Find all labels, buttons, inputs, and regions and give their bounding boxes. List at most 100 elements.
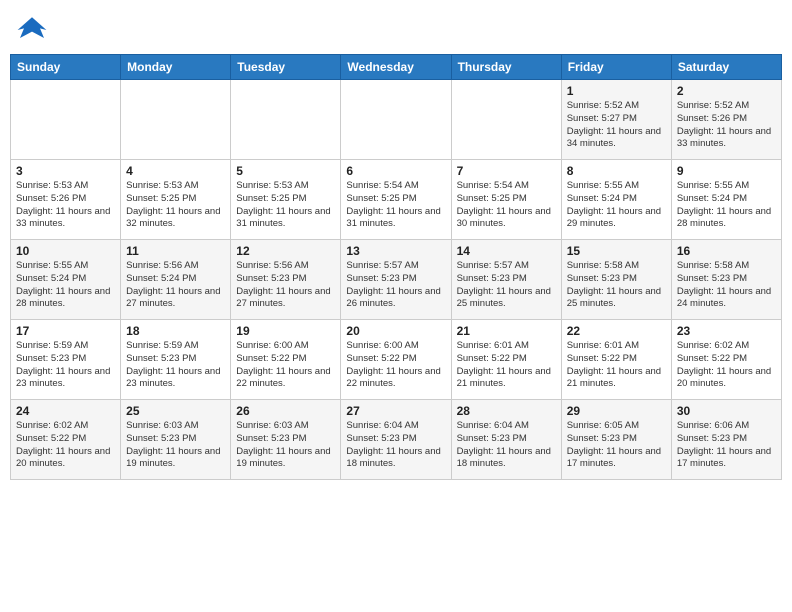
day-number: 11	[126, 244, 225, 258]
calendar-week-row: 17 Sunrise: 5:59 AM Sunset: 5:23 PM Dayli…	[11, 320, 782, 400]
calendar-cell: 1 Sunrise: 5:52 AM Sunset: 5:27 PM Daylig…	[561, 80, 671, 160]
calendar-cell	[231, 80, 341, 160]
day-number: 9	[677, 164, 776, 178]
day-info: Sunrise: 6:01 AM Sunset: 5:22 PM Dayligh…	[567, 340, 666, 391]
day-of-week-monday: Monday	[121, 55, 231, 80]
calendar-week-row: 24 Sunrise: 6:02 AM Sunset: 5:22 PM Dayli…	[11, 400, 782, 480]
logo-bird-icon	[16, 14, 48, 46]
day-number: 1	[567, 84, 666, 98]
day-info: Sunrise: 5:56 AM Sunset: 5:24 PM Dayligh…	[126, 260, 225, 311]
day-info: Sunrise: 5:55 AM Sunset: 5:24 PM Dayligh…	[16, 260, 115, 311]
day-info: Sunrise: 5:57 AM Sunset: 5:23 PM Dayligh…	[457, 260, 556, 311]
calendar-cell	[121, 80, 231, 160]
day-info: Sunrise: 5:53 AM Sunset: 5:25 PM Dayligh…	[236, 180, 335, 231]
day-of-week-saturday: Saturday	[671, 55, 781, 80]
calendar-week-row: 3 Sunrise: 5:53 AM Sunset: 5:26 PM Daylig…	[11, 160, 782, 240]
day-number: 12	[236, 244, 335, 258]
day-of-week-thursday: Thursday	[451, 55, 561, 80]
calendar-cell: 24 Sunrise: 6:02 AM Sunset: 5:22 PM Dayli…	[11, 400, 121, 480]
day-info: Sunrise: 6:06 AM Sunset: 5:23 PM Dayligh…	[677, 420, 776, 471]
day-number: 28	[457, 404, 556, 418]
calendar-cell: 18 Sunrise: 5:59 AM Sunset: 5:23 PM Dayli…	[121, 320, 231, 400]
day-info: Sunrise: 6:04 AM Sunset: 5:23 PM Dayligh…	[346, 420, 445, 471]
calendar-cell: 28 Sunrise: 6:04 AM Sunset: 5:23 PM Dayli…	[451, 400, 561, 480]
day-number: 24	[16, 404, 115, 418]
calendar-cell: 14 Sunrise: 5:57 AM Sunset: 5:23 PM Dayli…	[451, 240, 561, 320]
day-number: 15	[567, 244, 666, 258]
calendar-cell: 25 Sunrise: 6:03 AM Sunset: 5:23 PM Dayli…	[121, 400, 231, 480]
day-number: 18	[126, 324, 225, 338]
calendar-cell	[11, 80, 121, 160]
calendar-cell: 11 Sunrise: 5:56 AM Sunset: 5:24 PM Dayli…	[121, 240, 231, 320]
day-number: 25	[126, 404, 225, 418]
calendar-header-row: SundayMondayTuesdayWednesdayThursdayFrid…	[11, 55, 782, 80]
calendar-cell	[341, 80, 451, 160]
day-info: Sunrise: 5:53 AM Sunset: 5:26 PM Dayligh…	[16, 180, 115, 231]
day-info: Sunrise: 5:53 AM Sunset: 5:25 PM Dayligh…	[126, 180, 225, 231]
logo	[14, 14, 48, 46]
calendar-cell: 22 Sunrise: 6:01 AM Sunset: 5:22 PM Dayli…	[561, 320, 671, 400]
calendar-cell: 6 Sunrise: 5:54 AM Sunset: 5:25 PM Daylig…	[341, 160, 451, 240]
day-number: 6	[346, 164, 445, 178]
day-number: 14	[457, 244, 556, 258]
calendar-cell: 19Sunrise: 6:00 AM Sunset: 5:22 PM Dayli…	[231, 320, 341, 400]
day-info: Sunrise: 5:52 AM Sunset: 5:26 PM Dayligh…	[677, 100, 776, 151]
day-number: 23	[677, 324, 776, 338]
day-of-week-wednesday: Wednesday	[341, 55, 451, 80]
day-number: 21	[457, 324, 556, 338]
calendar-cell: 5Sunrise: 5:53 AM Sunset: 5:25 PM Daylig…	[231, 160, 341, 240]
calendar-cell: 16 Sunrise: 5:58 AM Sunset: 5:23 PM Dayli…	[671, 240, 781, 320]
calendar-cell: 13 Sunrise: 5:57 AM Sunset: 5:23 PM Dayli…	[341, 240, 451, 320]
day-number: 8	[567, 164, 666, 178]
calendar-cell: 8 Sunrise: 5:55 AM Sunset: 5:24 PM Daylig…	[561, 160, 671, 240]
day-info: Sunrise: 6:03 AM Sunset: 5:23 PM Dayligh…	[236, 420, 335, 471]
day-number: 3	[16, 164, 115, 178]
calendar-week-row: 10 Sunrise: 5:55 AM Sunset: 5:24 PM Dayli…	[11, 240, 782, 320]
calendar-cell: 9 Sunrise: 5:55 AM Sunset: 5:24 PM Daylig…	[671, 160, 781, 240]
day-info: Sunrise: 6:02 AM Sunset: 5:22 PM Dayligh…	[677, 340, 776, 391]
day-number: 30	[677, 404, 776, 418]
calendar-cell: 17 Sunrise: 5:59 AM Sunset: 5:23 PM Dayli…	[11, 320, 121, 400]
day-number: 17	[16, 324, 115, 338]
day-info: Sunrise: 6:02 AM Sunset: 5:22 PM Dayligh…	[16, 420, 115, 471]
calendar-cell: 23 Sunrise: 6:02 AM Sunset: 5:22 PM Dayli…	[671, 320, 781, 400]
day-info: Sunrise: 5:58 AM Sunset: 5:23 PM Dayligh…	[677, 260, 776, 311]
day-number: 10	[16, 244, 115, 258]
calendar-cell	[451, 80, 561, 160]
calendar-cell: 7 Sunrise: 5:54 AM Sunset: 5:25 PM Daylig…	[451, 160, 561, 240]
calendar-cell: 12Sunrise: 5:56 AM Sunset: 5:23 PM Dayli…	[231, 240, 341, 320]
day-number: 27	[346, 404, 445, 418]
day-of-week-friday: Friday	[561, 55, 671, 80]
day-number: 13	[346, 244, 445, 258]
calendar-cell: 29 Sunrise: 6:05 AM Sunset: 5:23 PM Dayli…	[561, 400, 671, 480]
day-number: 2	[677, 84, 776, 98]
day-info: Sunrise: 5:55 AM Sunset: 5:24 PM Dayligh…	[567, 180, 666, 231]
day-number: 22	[567, 324, 666, 338]
day-info: Sunrise: 5:52 AM Sunset: 5:27 PM Dayligh…	[567, 100, 666, 151]
calendar-cell: 27 Sunrise: 6:04 AM Sunset: 5:23 PM Dayli…	[341, 400, 451, 480]
day-info: Sunrise: 6:04 AM Sunset: 5:23 PM Dayligh…	[457, 420, 556, 471]
day-number: 4	[126, 164, 225, 178]
day-info: Sunrise: 5:58 AM Sunset: 5:23 PM Dayligh…	[567, 260, 666, 311]
day-info: Sunrise: 5:55 AM Sunset: 5:24 PM Dayligh…	[677, 180, 776, 231]
day-info: Sunrise: 6:01 AM Sunset: 5:22 PM Dayligh…	[457, 340, 556, 391]
day-info: Sunrise: 6:03 AM Sunset: 5:23 PM Dayligh…	[126, 420, 225, 471]
calendar-cell: 30 Sunrise: 6:06 AM Sunset: 5:23 PM Dayli…	[671, 400, 781, 480]
day-number: 29	[567, 404, 666, 418]
calendar-cell: 2 Sunrise: 5:52 AM Sunset: 5:26 PM Daylig…	[671, 80, 781, 160]
calendar-cell: 15 Sunrise: 5:58 AM Sunset: 5:23 PM Dayli…	[561, 240, 671, 320]
day-info: Sunrise: 5:57 AM Sunset: 5:23 PM Dayligh…	[346, 260, 445, 311]
day-info: Sunrise: 5:54 AM Sunset: 5:25 PM Dayligh…	[457, 180, 556, 231]
day-number: 26	[236, 404, 335, 418]
calendar-cell: 26 Sunrise: 6:03 AM Sunset: 5:23 PM Dayli…	[231, 400, 341, 480]
day-info: Sunrise: 5:59 AM Sunset: 5:23 PM Dayligh…	[16, 340, 115, 391]
day-info: Sunrise: 5:54 AM Sunset: 5:25 PM Dayligh…	[346, 180, 445, 231]
calendar-week-row: 1 Sunrise: 5:52 AM Sunset: 5:27 PM Daylig…	[11, 80, 782, 160]
calendar-cell: 4 Sunrise: 5:53 AM Sunset: 5:25 PM Daylig…	[121, 160, 231, 240]
day-info: Sunrise: 5:59 AM Sunset: 5:23 PM Dayligh…	[126, 340, 225, 391]
day-number: 7	[457, 164, 556, 178]
day-info: Sunrise: 6:05 AM Sunset: 5:23 PM Dayligh…	[567, 420, 666, 471]
header	[10, 10, 782, 46]
calendar-cell: 10 Sunrise: 5:55 AM Sunset: 5:24 PM Dayli…	[11, 240, 121, 320]
day-number: 16	[677, 244, 776, 258]
